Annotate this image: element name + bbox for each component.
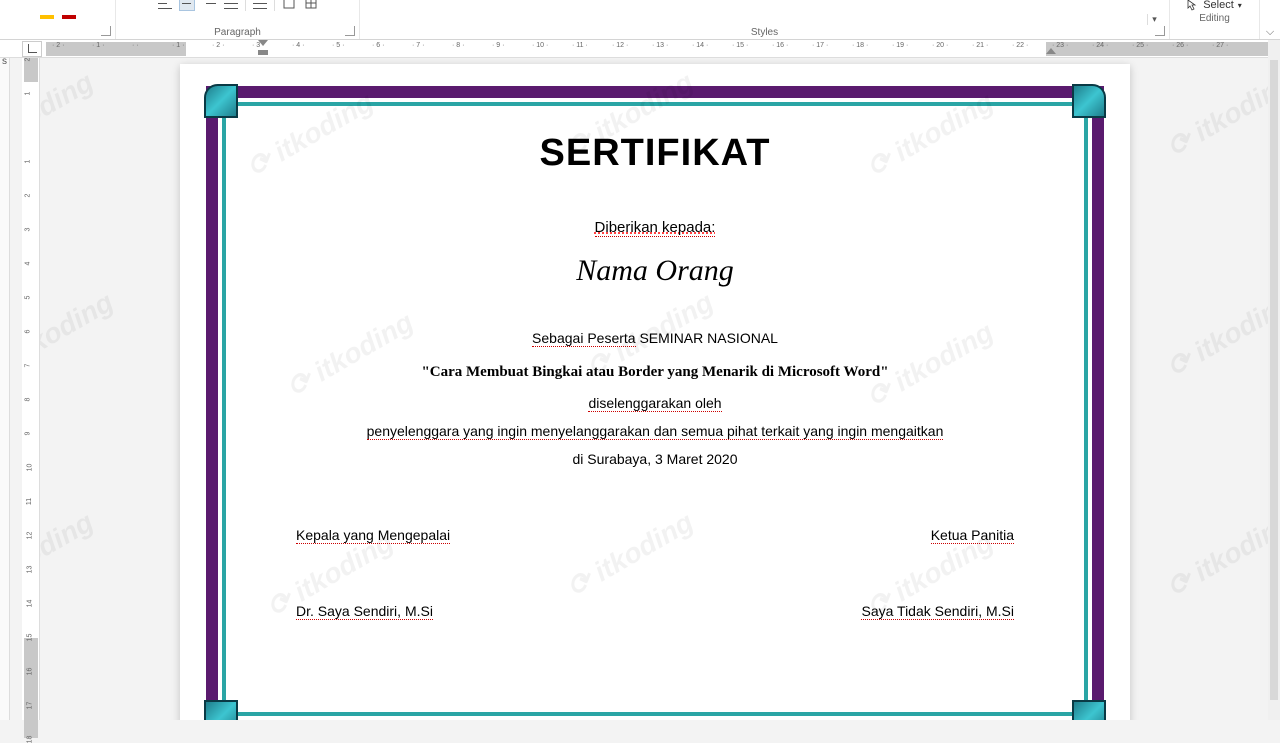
sig-left-title[interactable]: Kepala yang Mengepalai <box>296 527 450 544</box>
corner-ornament <box>204 700 238 720</box>
align-left-icon[interactable] <box>157 0 173 11</box>
styles-label: Styles <box>751 27 778 38</box>
align-right-icon[interactable] <box>201 0 217 11</box>
ruler-vertical[interactable]: 21123456789101112131415161718 <box>22 58 40 720</box>
paragraph-section: Paragraph <box>116 0 360 39</box>
font-section-partial <box>0 0 116 39</box>
paragraph-launcher[interactable] <box>345 26 355 36</box>
signature-left[interactable]: Kepala yang Mengepalai Dr. Saya Sendiri,… <box>296 527 450 619</box>
ruler-horizontal[interactable]: · 2 ·· 1 ·· ·· 1 ·· 2 ·· 3 ·· 4 ·· 5 ·· … <box>0 40 1280 58</box>
scrollbar-thumb[interactable] <box>1270 60 1278 700</box>
style-intense[interactable]: Intense E... <box>728 0 802 6</box>
select-label: Select <box>1203 0 1234 11</box>
editing-section: Select ▾ Editing <box>1170 0 1260 39</box>
sig-right-name[interactable]: Saya Tidak Sendiri, M.Si <box>861 603 1014 620</box>
signatures-row: Kepala yang Mengepalai Dr. Saya Sendiri,… <box>226 527 1084 619</box>
organized-by[interactable]: diselenggarakan oleh <box>226 395 1084 411</box>
corner-ornament <box>1072 700 1106 720</box>
watermark: ⟳ itkoding <box>40 285 119 384</box>
given-to-text[interactable]: Diberikan kepada: <box>226 219 1084 236</box>
recipient-name[interactable]: Nama Orang <box>226 254 1084 288</box>
borders-icon[interactable] <box>303 0 319 11</box>
watermark: ⟳ itkoding <box>40 65 99 164</box>
shading-icon[interactable] <box>281 0 297 11</box>
page[interactable]: SERTIFIKAT Diberikan kepada: Nama Orang … <box>180 64 1130 720</box>
seminar-title[interactable]: "Cara Membuat Bingkai atau Border yang M… <box>226 364 1084 381</box>
document-area[interactable]: SERTIFIKAT Diberikan kepada: Nama Orang … <box>40 58 1268 720</box>
location-line[interactable]: di Surabaya, 3 Maret 2020 <box>226 451 1084 467</box>
paragraph-label: Paragraph <box>214 25 261 39</box>
styles-section: Normal No Spaci... Heading 1 Heading 2 T… <box>360 0 1170 39</box>
font-launcher[interactable] <box>101 26 111 36</box>
sig-left-name[interactable]: Dr. Saya Sendiri, M.Si <box>296 603 433 620</box>
font-color-highlight-icon[interactable] <box>39 9 55 25</box>
styles-launcher[interactable] <box>1155 26 1165 36</box>
font-color-icon[interactable] <box>61 9 77 25</box>
select-button[interactable]: Select ▾ <box>1187 0 1242 11</box>
ribbon: Paragraph Normal No Spaci... Heading 1 H… <box>0 0 1280 40</box>
collapse-ribbon-icon[interactable]: ⌵ <box>1260 26 1280 39</box>
sig-right-title[interactable]: Ketua Panitia <box>931 527 1014 544</box>
vertical-scrollbar[interactable] <box>1268 40 1280 720</box>
watermark: ⟳ itkoding <box>1161 65 1268 164</box>
styles-expand-icon[interactable]: ▾ <box>1147 14 1161 25</box>
align-center-icon[interactable] <box>179 0 195 11</box>
align-justify-icon[interactable] <box>223 0 239 11</box>
nav-pane-edge: s <box>0 40 10 720</box>
line-spacing-icon[interactable] <box>252 0 268 11</box>
watermark: ⟳ itkoding <box>1161 285 1268 384</box>
participant-line[interactable]: Sebagai Peserta SEMINAR NASIONAL <box>226 330 1084 346</box>
cursor-icon <box>1187 0 1199 11</box>
chevron-down-icon: ▾ <box>1238 1 1242 10</box>
watermark: ⟳ itkoding <box>40 505 99 604</box>
certificate-content[interactable]: SERTIFIKAT Diberikan kepada: Nama Orang … <box>226 110 1084 698</box>
certificate-title[interactable]: SERTIFIKAT <box>226 132 1084 175</box>
organizer-line[interactable]: penyelenggara yang ingin menyelanggaraka… <box>226 423 1084 439</box>
signature-right[interactable]: Ketua Panitia Saya Tidak Sendiri, M.Si <box>861 527 1014 619</box>
tab-selector[interactable] <box>22 41 42 57</box>
editing-label: Editing <box>1199 11 1230 25</box>
watermark: ⟳ itkoding <box>1161 505 1268 604</box>
